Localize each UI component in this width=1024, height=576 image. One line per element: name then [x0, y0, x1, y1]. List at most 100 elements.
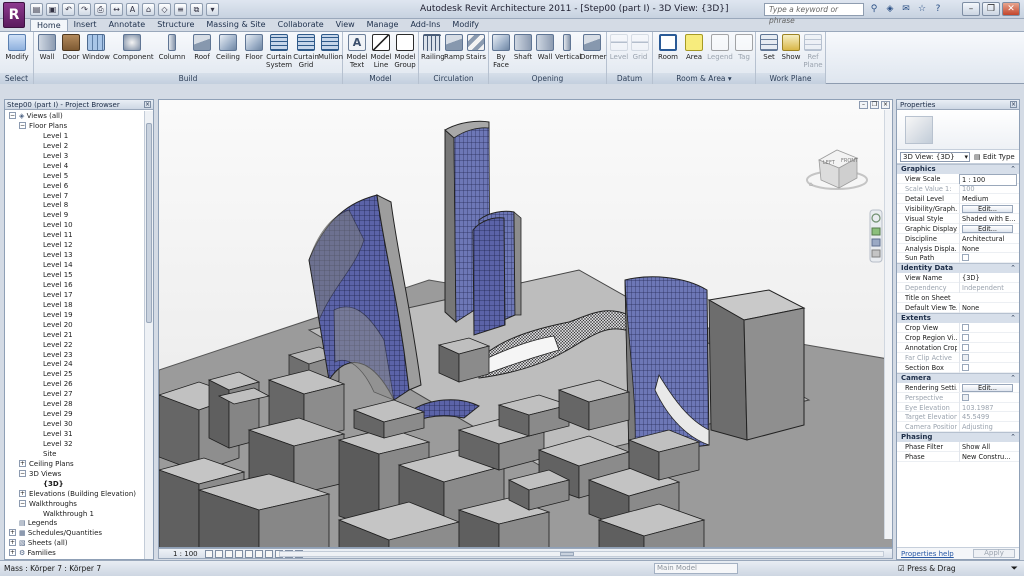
subscription-icon[interactable]: ◈	[884, 3, 896, 15]
crop-view-icon[interactable]	[255, 550, 263, 558]
tab-modify[interactable]: Modify	[446, 19, 485, 31]
annotation-crop-checkbox[interactable]	[962, 343, 969, 351]
tree-level-item[interactable]: Level 21	[5, 330, 144, 340]
apply-button[interactable]: Apply	[973, 549, 1015, 558]
view-scale[interactable]: 1 : 100	[173, 549, 198, 559]
tab-home[interactable]: Home	[30, 19, 68, 31]
show-button[interactable]: Show	[780, 34, 802, 61]
shaft-button[interactable]: Shaft	[512, 34, 534, 61]
prop-default-view-template[interactable]: Default View Te... None	[897, 303, 1019, 314]
tree-level-item[interactable]: Level 3	[5, 151, 144, 161]
prop-phase-filter[interactable]: Phase Filter Show All	[897, 442, 1019, 453]
modify-button[interactable]: Modify	[4, 34, 30, 61]
tree-level-item[interactable]: Level 25	[5, 369, 144, 379]
category-identity[interactable]: Identity Data	[897, 263, 1019, 274]
ref-plane-button[interactable]: Ref Plane	[803, 34, 823, 69]
door-button[interactable]: Door	[60, 34, 82, 61]
close-icon[interactable]: ×	[144, 101, 151, 108]
tree-level-item[interactable]: Level 2	[5, 141, 144, 151]
prop-value[interactable]: Medium	[959, 193, 1017, 204]
work-plane-group-label[interactable]: Work Plane	[756, 73, 825, 84]
tree-views-all[interactable]: − ◈ Views (all)	[5, 111, 144, 121]
tree-level-item[interactable]: Level 32	[5, 439, 144, 449]
tree-level-item[interactable]: Level 16	[5, 280, 144, 290]
tree-level-item[interactable]: Level 5	[5, 171, 144, 181]
collapse-icon[interactable]: −	[19, 469, 26, 477]
tree-level-item[interactable]: Level 31	[5, 429, 144, 439]
tree-level-item[interactable]: Level 11	[5, 230, 144, 240]
rendering-icon[interactable]	[245, 550, 253, 558]
viewcube-left-label[interactable]: LEFT	[823, 160, 836, 166]
tree-level-item[interactable]: Level 12	[5, 240, 144, 250]
tree-level-item[interactable]: Level 17	[5, 290, 144, 300]
close-icon[interactable]: ✕	[1002, 2, 1020, 16]
viewport-horizontal-scrollbar[interactable]	[279, 551, 884, 557]
level-button[interactable]: Level	[609, 34, 629, 61]
shadows-icon[interactable]	[235, 550, 243, 558]
prop-sun-path[interactable]: Sun Path	[897, 253, 1019, 264]
pan-icon[interactable]	[871, 227, 881, 236]
communication-icon[interactable]: ✉	[900, 3, 912, 15]
qat-dropdown-icon[interactable]: ▾	[206, 3, 219, 16]
tree-level-item[interactable]: Level 24	[5, 359, 144, 369]
prop-visual-style[interactable]: Visual Style Shaded with E...	[897, 213, 1019, 224]
set-button[interactable]: Set	[759, 34, 779, 61]
prop-value[interactable]: Shaded with E...	[959, 213, 1017, 224]
tree-site[interactable]: Site	[5, 449, 144, 459]
railing-button[interactable]: Railing	[421, 34, 445, 61]
tree-level-item[interactable]: Level 7	[5, 191, 144, 201]
tag-button[interactable]: Tag	[734, 34, 754, 61]
tree-legends[interactable]: ▤ Legends	[5, 518, 144, 528]
prop-phase[interactable]: Phase New Constru...	[897, 452, 1019, 463]
tab-manage[interactable]: Manage	[361, 19, 405, 31]
component-button[interactable]: Component	[113, 34, 154, 61]
tree-level-item[interactable]: Level 29	[5, 409, 144, 419]
maximize-icon[interactable]: ❐	[982, 2, 1000, 16]
tree-level-item[interactable]: Level 19	[5, 310, 144, 320]
prop-value[interactable]: None	[959, 243, 1017, 254]
prop-crop-view[interactable]: Crop View	[897, 323, 1019, 333]
tree-level-item[interactable]: Level 4	[5, 161, 144, 171]
tree-walkthrough-1[interactable]: Walkthrough 1	[5, 509, 144, 519]
area-button[interactable]: Area	[683, 34, 705, 61]
tree-level-item[interactable]: Level 22	[5, 340, 144, 350]
view-close-icon[interactable]: ×	[881, 101, 890, 109]
thin-lines-icon[interactable]: ≡	[174, 3, 187, 16]
detail-level-icon[interactable]	[205, 550, 213, 558]
model-group-label[interactable]: Model	[343, 73, 418, 84]
tab-structure[interactable]: Structure	[151, 19, 200, 31]
3d-city-model[interactable]: LEFT FRONT ⌂	[159, 100, 893, 548]
prop-graphic-display[interactable]: Graphic Display... Edit...	[897, 223, 1019, 234]
tab-insert[interactable]: Insert	[68, 19, 103, 31]
view-restore-icon[interactable]: ❐	[870, 101, 879, 109]
3d-viewport[interactable]: LEFT FRONT ⌂ – ❐ ×	[158, 99, 893, 548]
view-minimize-icon[interactable]: –	[859, 101, 868, 109]
collapse-icon[interactable]: −	[19, 499, 26, 507]
tree-level-item[interactable]: Level 9	[5, 210, 144, 220]
visibility-edit-button[interactable]: Edit...	[962, 204, 1013, 213]
vertical-button[interactable]: Vertical	[555, 34, 581, 61]
dormer-button[interactable]: Dormer	[580, 34, 606, 61]
tree-level-item[interactable]: Level 27	[5, 389, 144, 399]
tree-3d-view-active[interactable]: {3D}	[5, 479, 144, 489]
opening-wall-button[interactable]: Wall	[535, 34, 555, 61]
horizontal-scroll-thumb[interactable]	[560, 552, 574, 556]
revit-logo-icon[interactable]: R	[3, 2, 25, 28]
prop-title-on-sheet[interactable]: Title on Sheet	[897, 293, 1019, 304]
prop-annotation-crop[interactable]: Annotation Crop	[897, 342, 1019, 353]
opening-group-label[interactable]: Opening	[489, 73, 606, 84]
tree-level-item[interactable]: Level 1	[5, 131, 144, 141]
browser-scrollbar[interactable]	[144, 111, 153, 559]
by-face-button[interactable]: By Face	[491, 34, 511, 69]
tree-sheets[interactable]: + ▧ Sheets (all)	[5, 538, 144, 548]
tree-schedules[interactable]: + ▦ Schedules/Quantities	[5, 528, 144, 538]
legend-button[interactable]: Legend	[707, 34, 733, 61]
text-icon[interactable]: A	[126, 3, 139, 16]
properties-help-link[interactable]: Properties help	[901, 549, 954, 559]
ceiling-button[interactable]: Ceiling	[215, 34, 241, 61]
model-group-button[interactable]: Model Group	[393, 34, 417, 69]
viewcube-front-label[interactable]: FRONT	[841, 158, 859, 164]
prop-visibility[interactable]: Visibility/Graph... Edit...	[897, 203, 1019, 214]
tree-level-item[interactable]: Level 10	[5, 220, 144, 230]
expand-icon[interactable]: +	[19, 489, 26, 497]
